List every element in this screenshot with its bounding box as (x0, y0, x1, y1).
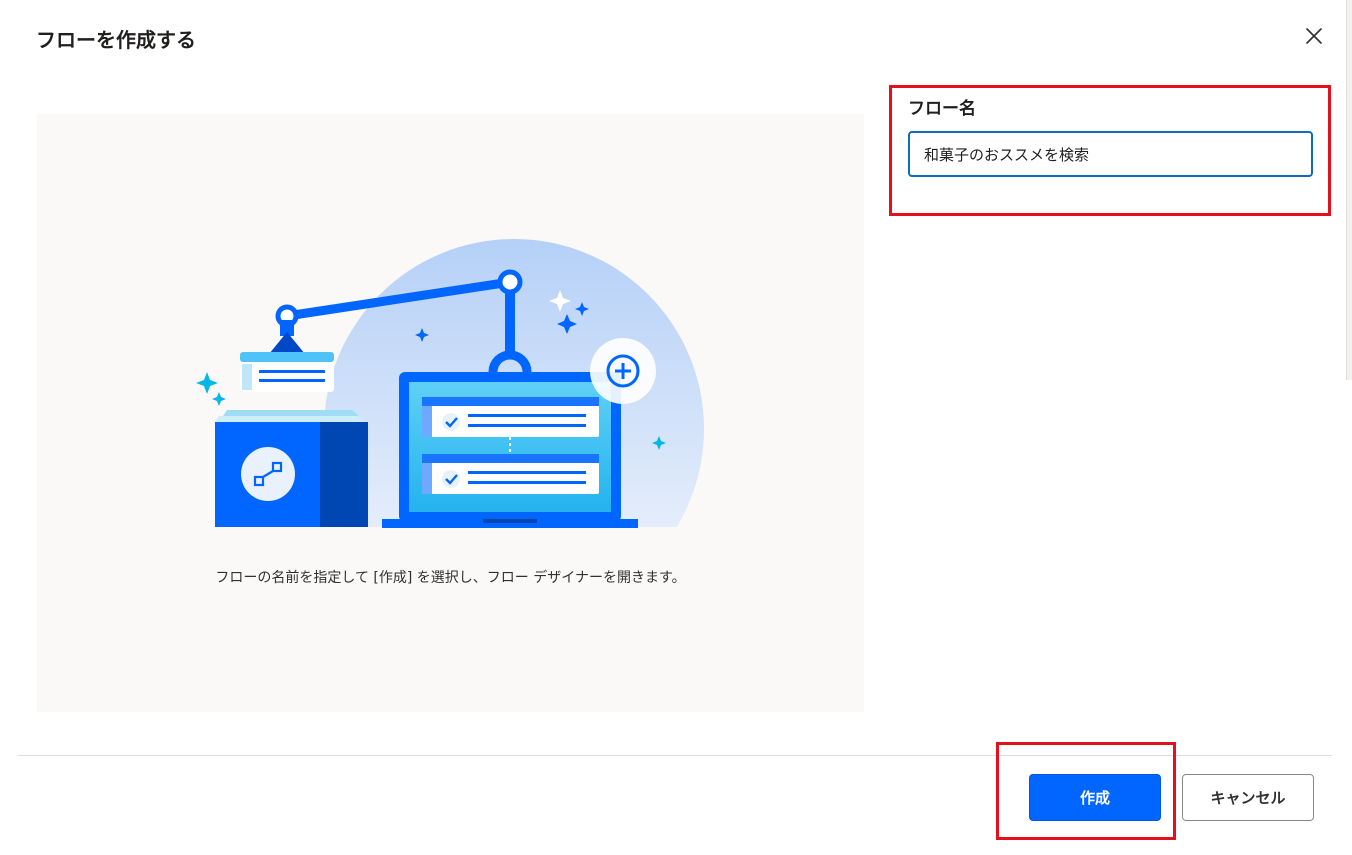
illustration-panel: フローの名前を指定して [作成] を選択し、フロー デザイナーを開きます。 (37, 114, 864, 712)
background-window-edge (1346, 0, 1352, 380)
dialog-title: フローを作成する (36, 28, 196, 52)
footer-divider (18, 755, 1332, 756)
flow-name-input[interactable] (908, 131, 1313, 177)
create-button[interactable]: 作成 (1029, 774, 1161, 821)
illustration-caption: フローの名前を指定して [作成] を選択し、フロー デザイナーを開きます。 (215, 570, 686, 586)
flow-illustration (187, 239, 747, 554)
close-button[interactable] (1300, 22, 1328, 50)
flow-name-label: フロー名 (908, 99, 976, 119)
cancel-button[interactable]: キャンセル (1182, 774, 1314, 821)
close-icon (1306, 28, 1322, 44)
